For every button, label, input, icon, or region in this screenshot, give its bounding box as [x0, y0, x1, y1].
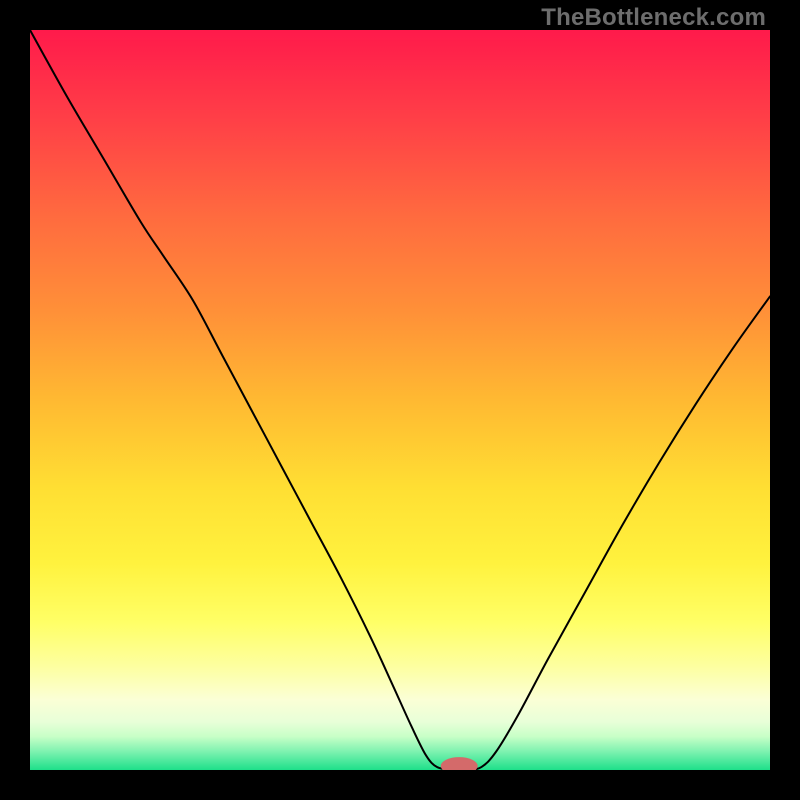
plot-area [30, 30, 770, 770]
gradient-background [30, 30, 770, 770]
bottleneck-chart [30, 30, 770, 770]
chart-frame: TheBottleneck.com [0, 0, 800, 800]
watermark-label: TheBottleneck.com [541, 4, 766, 32]
